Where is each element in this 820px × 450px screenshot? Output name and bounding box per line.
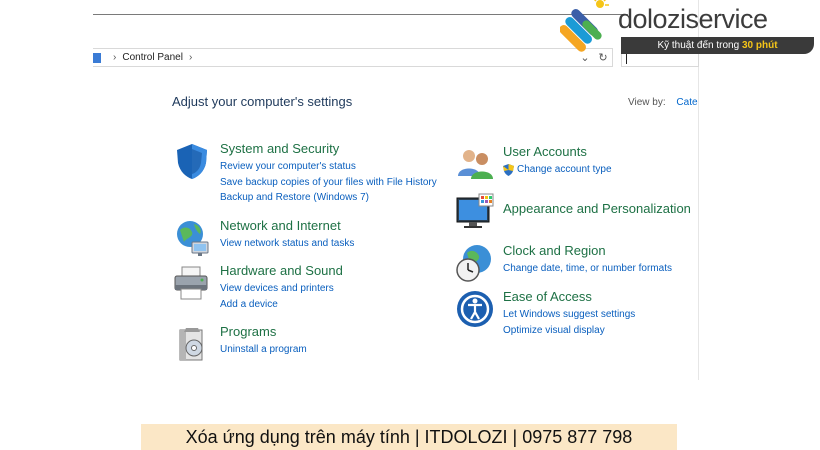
view-by-label: View by: [628, 97, 666, 108]
link-uninstall-program[interactable]: Uninstall a program [220, 342, 307, 358]
category-title[interactable]: Hardware and Sound [220, 263, 343, 279]
category-appearance-personalization: Appearance and Personalization [455, 192, 691, 232]
category-title[interactable]: User Accounts [503, 144, 612, 160]
breadcrumb-separator: › [113, 52, 117, 63]
link-backup-restore[interactable]: Backup and Restore (Windows 7) [220, 190, 437, 206]
window-top-border [93, 14, 628, 15]
category-clock-region: Clock and Region Change date, time, or n… [455, 243, 672, 283]
category-programs: Programs Uninstall a program [172, 324, 307, 364]
view-by-dropdown[interactable]: Categ [676, 97, 698, 108]
brand-tagline: Kỹ thuật đến trong 30 phút [621, 37, 814, 54]
users-icon[interactable] [455, 144, 495, 184]
page-title: Adjust your computer's settings [172, 94, 353, 109]
link-date-time-formats[interactable]: Change date, time, or number formats [503, 261, 672, 277]
category-ease-of-access: Ease of Access Let Windows suggest setti… [455, 289, 635, 338]
link-add-device[interactable]: Add a device [220, 297, 343, 313]
ease-of-access-icon[interactable] [455, 289, 495, 329]
address-bar[interactable]: › Control Panel › ⌄ ↻ [93, 48, 613, 67]
category-title[interactable]: Ease of Access [503, 289, 635, 305]
caption-banner: Xóa ứng dụng trên máy tính | ITDOLOZI | … [141, 424, 677, 450]
link-file-history[interactable]: Save backup copies of your files with Fi… [220, 175, 437, 191]
control-panel-icon [93, 52, 101, 63]
breadcrumb-control-panel[interactable]: Control Panel [122, 52, 183, 63]
printer-icon[interactable] [172, 263, 212, 303]
link-windows-suggest-settings[interactable]: Let Windows suggest settings [503, 307, 635, 323]
category-network-internet: Network and Internet View network status… [172, 218, 354, 258]
shield-icon[interactable] [172, 141, 212, 181]
category-hardware-sound: Hardware and Sound View devices and prin… [172, 263, 343, 312]
view-by: View by: Categ [628, 97, 698, 108]
clock-globe-icon[interactable] [455, 243, 495, 283]
programs-disc-icon[interactable] [172, 324, 212, 364]
category-title[interactable]: Clock and Region [503, 243, 672, 259]
uac-shield-icon [503, 163, 514, 176]
network-globe-icon[interactable] [172, 218, 212, 258]
monitor-icon[interactable] [455, 192, 495, 232]
breadcrumb-separator: › [188, 52, 193, 63]
link-review-status[interactable]: Review your computer's status [220, 159, 437, 175]
category-system-security: System and Security Review your computer… [172, 141, 437, 206]
link-network-status[interactable]: View network status and tasks [220, 236, 354, 252]
link-devices-printers[interactable]: View devices and printers [220, 281, 343, 297]
tagline-text: Kỹ thuật đến trong [657, 40, 740, 51]
category-title[interactable]: Network and Internet [220, 218, 354, 234]
brand-name: doloziservice [618, 4, 768, 34]
link-optimize-visual-display[interactable]: Optimize visual display [503, 323, 635, 339]
category-user-accounts: User Accounts Change account type [455, 144, 612, 184]
tagline-highlight: 30 phút [741, 40, 778, 51]
category-title[interactable]: Programs [220, 324, 307, 340]
link-change-account-type[interactable]: Change account type [517, 162, 612, 178]
category-title[interactable]: System and Security [220, 141, 437, 157]
category-title[interactable]: Appearance and Personalization [503, 201, 691, 217]
